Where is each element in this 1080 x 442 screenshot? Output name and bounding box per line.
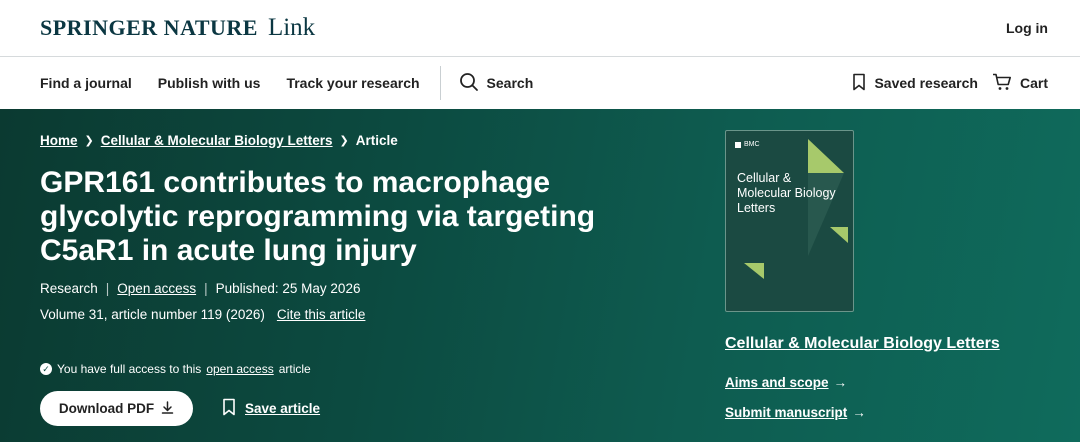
download-pdf-button[interactable]: Download PDF — [40, 391, 193, 426]
cover-publisher: BMC — [735, 141, 760, 148]
breadcrumb: Home ❯ Cellular & Molecular Biology Lett… — [40, 133, 398, 148]
access-note-link[interactable]: open access — [206, 362, 273, 376]
article-type: Research — [40, 281, 98, 296]
article-citation-meta: Volume 31, article number 119 (2026) Cit… — [40, 307, 365, 322]
cart-label: Cart — [1019, 75, 1048, 91]
breadcrumb-journal[interactable]: Cellular & Molecular Biology Letters — [101, 133, 333, 148]
bookmark-icon — [222, 398, 236, 419]
article-title: GPR161 contributes to macrophage glycoly… — [40, 166, 596, 267]
aims-scope-label: Aims and scope — [725, 375, 829, 390]
nav-divider — [439, 66, 441, 100]
open-access-link[interactable]: Open access — [117, 281, 196, 296]
saved-research-label: Saved research — [874, 75, 978, 91]
search-label: Search — [486, 75, 534, 91]
cover-pattern — [744, 139, 848, 279]
nav-publish[interactable]: Publish with us — [158, 75, 261, 91]
volume-info: Volume 31, article number 119 (2026) — [40, 307, 265, 322]
nav-find-journal[interactable]: Find a journal — [40, 75, 132, 91]
brand-product: Link — [267, 14, 316, 41]
cart-icon — [992, 73, 1012, 94]
published-date: Published: 25 May 2026 — [215, 281, 361, 296]
download-pdf-label: Download PDF — [58, 401, 155, 416]
bookmark-icon — [852, 73, 866, 94]
meta-separator: | — [204, 281, 208, 296]
journal-cover[interactable]: BMC Cellular & Molecular Biology Letters — [725, 130, 854, 312]
journal-name-link[interactable]: Cellular & Molecular Biology Letters — [725, 335, 1000, 353]
article-meta: Research | Open access | Published: 25 M… — [40, 281, 360, 296]
breadcrumb-current: Article — [355, 133, 398, 148]
brand-name: SPRINGER NATURE — [40, 15, 258, 40]
main-nav: Find a journal Publish with us Track you… — [0, 57, 1080, 109]
submit-manuscript-label: Submit manuscript — [725, 405, 848, 420]
breadcrumb-home[interactable]: Home — [40, 133, 78, 148]
save-article-label: Save article — [245, 401, 321, 416]
save-article-button[interactable]: Save article — [222, 398, 320, 419]
chevron-right-icon: ❯ — [339, 135, 349, 147]
check-circle-icon: ✓ — [40, 363, 52, 375]
saved-research-link[interactable]: Saved research — [852, 73, 978, 94]
cart-link[interactable]: Cart — [992, 73, 1048, 94]
access-note-suffix: article — [278, 362, 311, 376]
access-note-prefix: You have full access to this — [57, 362, 202, 376]
download-icon — [161, 400, 174, 417]
submit-manuscript-link[interactable]: Submit manuscript → — [725, 405, 866, 420]
nav-track-research[interactable]: Track your research — [286, 75, 419, 91]
search-icon — [459, 72, 479, 95]
cover-title: Cellular & Molecular Biology Letters — [737, 171, 836, 215]
login-link[interactable]: Log in — [1006, 20, 1048, 36]
cite-article-link[interactable]: Cite this article — [277, 307, 366, 322]
brand-logo[interactable]: SPRINGER NATURE Link — [40, 14, 315, 42]
meta-separator: | — [105, 281, 110, 296]
aims-scope-link[interactable]: Aims and scope → — [725, 375, 847, 390]
arrow-right-icon: → — [852, 405, 866, 420]
article-hero: Home ❯ Cellular & Molecular Biology Lett… — [0, 109, 1080, 442]
arrow-right-icon: → — [833, 375, 848, 390]
access-note: ✓ You have full access to this open acce… — [40, 362, 311, 376]
chevron-right-icon: ❯ — [84, 135, 94, 147]
top-bar: SPRINGER NATURE Link Log in — [0, 0, 1080, 57]
search-button[interactable]: Search — [459, 72, 534, 95]
